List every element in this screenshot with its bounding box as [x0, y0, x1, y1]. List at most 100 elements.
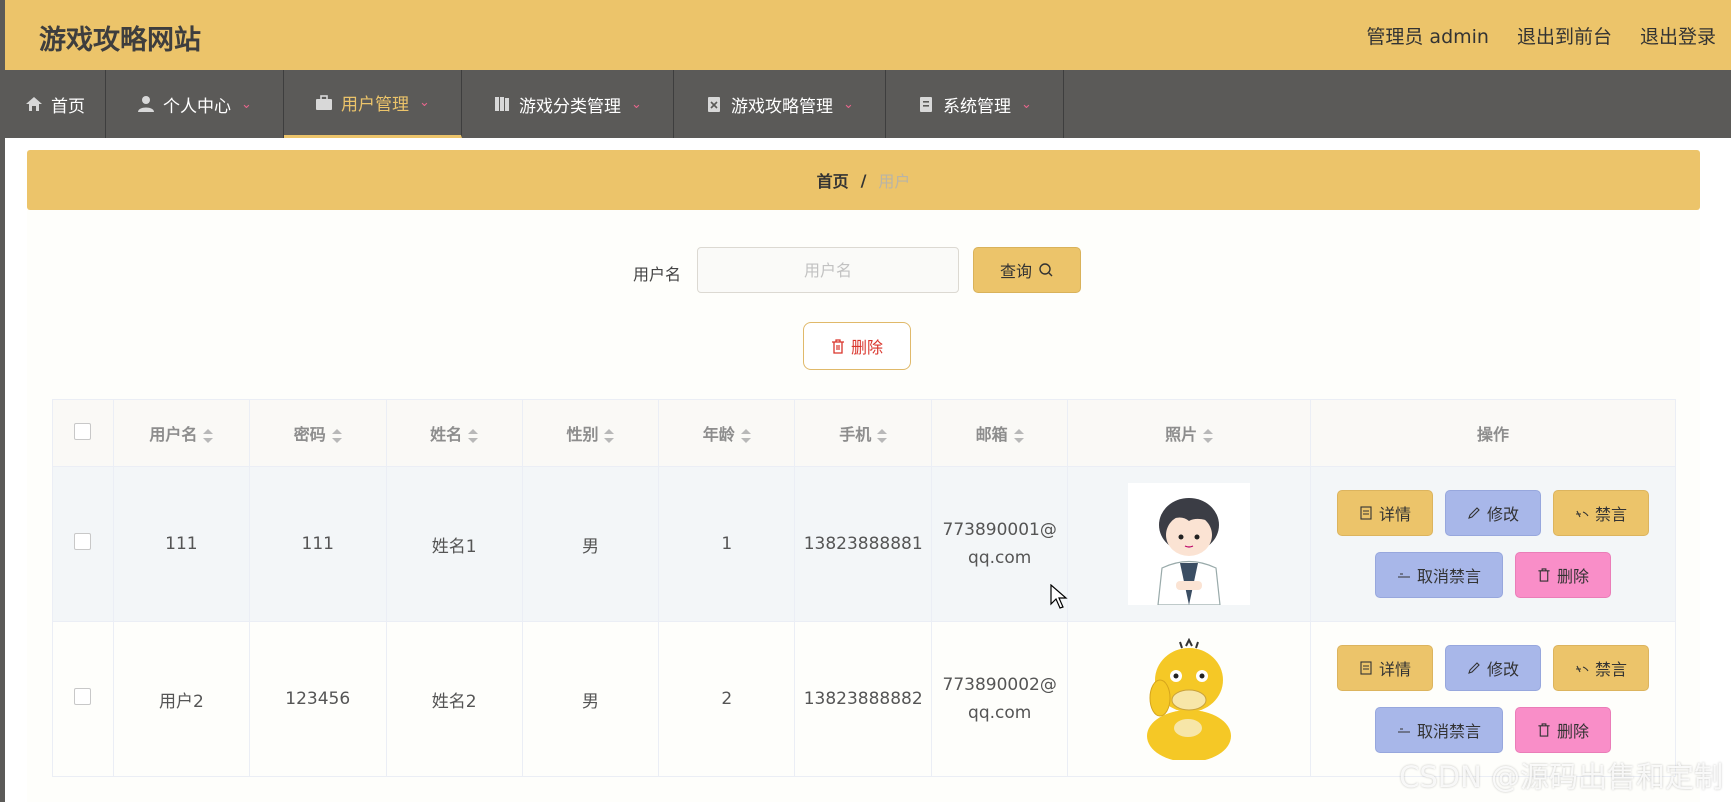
row-checkbox[interactable] — [74, 533, 92, 550]
pencil-icon — [1468, 662, 1480, 674]
breadcrumb: 首页 / 用户 — [27, 150, 1700, 210]
row-checkbox[interactable] — [74, 688, 92, 705]
sort-icon[interactable] — [468, 428, 479, 443]
cartoon-boy-avatar — [1128, 483, 1251, 605]
clipboard-x-icon — [708, 97, 721, 112]
search-icon — [1039, 263, 1053, 277]
nav-label-system: 系统管理 — [943, 96, 1012, 117]
query-button[interactable]: 查询 — [973, 247, 1081, 293]
document-icon — [1360, 506, 1372, 520]
cell-actions: 详情 修改 禁言 取消禁言 删除 — [1310, 466, 1676, 622]
column-header-photo[interactable]: 照片 — [1067, 399, 1312, 467]
cell-password: 123456 — [248, 621, 387, 777]
cell-username: 111 — [112, 466, 250, 622]
query-label: 查询 — [999, 262, 1032, 281]
chevron-down-icon: ⌄ — [1021, 96, 1032, 112]
logout-link[interactable]: 退出登录 — [1640, 22, 1716, 49]
cell-photo — [1067, 621, 1312, 777]
main-nav: 首页 个人中心 ⌄ 用户管理 ⌄ 游戏分类管理 ⌄ 游戏攻略管理 ⌄ 系统管理 … — [5, 70, 1731, 138]
cell-phone: 13823888881 — [794, 466, 933, 622]
delete-row-button[interactable]: 删除 — [1515, 707, 1611, 753]
cell-name: 姓名2 — [385, 621, 523, 777]
briefcase-icon — [316, 94, 333, 110]
sort-icon[interactable] — [203, 428, 214, 443]
top-header: 游戏攻略网站 管理员 admin 退出到前台 退出登录 — [5, 0, 1731, 70]
nav-label-home: 首页 — [51, 96, 85, 117]
ban-button[interactable]: 禁言 — [1553, 490, 1649, 536]
unban-button[interactable]: 取消禁言 — [1375, 707, 1503, 753]
search-bar: 用户名 查询 — [27, 247, 1700, 297]
batch-delete-button[interactable]: 删除 — [803, 322, 911, 370]
nav-label-game-category: 游戏分类管理 — [519, 96, 622, 117]
column-header-password[interactable]: 密码 — [248, 399, 387, 467]
breadcrumb-current: 用户 — [878, 172, 911, 191]
trash-icon — [831, 338, 844, 354]
cell-gender: 男 — [521, 621, 660, 777]
header-select-all — [52, 399, 114, 467]
yellow-duck-avatar — [1128, 638, 1251, 760]
mute-icon — [1575, 665, 1589, 673]
cell-age: 2 — [658, 621, 796, 777]
pencil-icon — [1468, 507, 1480, 519]
watermark: CSDN @源码出售和定制 — [1399, 760, 1723, 794]
nav-item-game-category[interactable]: 游戏分类管理 ⌄ — [462, 70, 674, 138]
edit-button[interactable]: 修改 — [1445, 645, 1541, 691]
trash-icon — [1538, 723, 1550, 737]
cell-gender: 男 — [521, 466, 660, 622]
breadcrumb-home[interactable]: 首页 — [817, 168, 849, 192]
chevron-down-icon: ⌄ — [631, 96, 642, 112]
mute-icon — [1575, 510, 1589, 518]
username-search-input[interactable] — [697, 247, 959, 293]
search-label: 用户名 — [633, 265, 682, 284]
chevron-down-icon: ⌄ — [241, 96, 252, 112]
exit-front-link[interactable]: 退出到前台 — [1517, 22, 1612, 49]
edit-button[interactable]: 修改 — [1445, 490, 1541, 536]
sort-icon[interactable] — [877, 428, 888, 443]
sort-icon[interactable] — [1013, 428, 1024, 443]
unmute-icon — [1397, 573, 1410, 578]
column-header-email[interactable]: 邮箱 — [931, 399, 1069, 467]
table-header-row: 用户名 密码 姓名 性别 年龄 手机 邮箱 照片 操作 — [52, 399, 1676, 467]
column-header-phone[interactable]: 手机 — [794, 399, 933, 467]
mouse-cursor-icon — [1050, 584, 1068, 609]
column-header-actions: 操作 — [1310, 399, 1676, 467]
cell-email: 773890001@ qq.com — [931, 466, 1069, 622]
column-header-name[interactable]: 姓名 — [385, 399, 523, 467]
nav-label-personal: 个人中心 — [163, 96, 232, 117]
cell-photo — [1067, 466, 1312, 622]
sort-icon[interactable] — [740, 428, 751, 443]
cell-email: 773890002@ qq.com — [931, 621, 1069, 777]
delete-row-button[interactable]: 删除 — [1515, 552, 1611, 598]
nav-label-game-guide: 游戏攻略管理 — [731, 96, 834, 117]
sort-icon[interactable] — [331, 428, 342, 443]
nav-item-system[interactable]: 系统管理 ⌄ — [886, 70, 1064, 138]
nav-item-game-guide[interactable]: 游戏攻略管理 ⌄ — [674, 70, 886, 138]
chevron-down-icon: ⌄ — [843, 96, 854, 112]
cell-password: 111 — [248, 466, 387, 622]
select-all-checkbox[interactable] — [74, 422, 92, 440]
detail-button[interactable]: 详情 — [1337, 645, 1433, 691]
column-header-age[interactable]: 年龄 — [658, 399, 796, 467]
book-icon — [495, 97, 510, 111]
cell-age: 1 — [658, 466, 796, 622]
unban-button[interactable]: 取消禁言 — [1375, 552, 1503, 598]
detail-button[interactable]: 详情 — [1337, 490, 1433, 536]
user-icon — [138, 96, 155, 112]
main-content: 首页 / 用户 用户名 查询 删除 用户名 密码 姓名 性别 年龄 — [27, 150, 1700, 802]
sort-icon[interactable] — [1203, 428, 1214, 443]
unmute-icon — [1397, 728, 1410, 733]
table-row: 111 111 姓名1 男 1 13823888881 773890001@ qq… — [52, 466, 1676, 622]
cell-username: 用户2 — [112, 621, 250, 777]
nav-item-users[interactable]: 用户管理 ⌄ — [284, 70, 462, 138]
sort-icon[interactable] — [604, 428, 615, 443]
column-header-username[interactable]: 用户名 — [112, 399, 250, 467]
chevron-down-icon: ⌄ — [419, 95, 430, 110]
admin-label[interactable]: 管理员 admin — [1366, 22, 1489, 49]
breadcrumb-separator: / — [860, 170, 867, 190]
nav-item-home[interactable]: 首页 — [5, 70, 106, 138]
column-header-gender[interactable]: 性别 — [521, 399, 660, 467]
site-title: 游戏攻略网站 — [39, 25, 201, 56]
trash-icon — [1538, 568, 1550, 582]
ban-button[interactable]: 禁言 — [1553, 645, 1649, 691]
nav-item-personal[interactable]: 个人中心 ⌄ — [106, 70, 284, 138]
